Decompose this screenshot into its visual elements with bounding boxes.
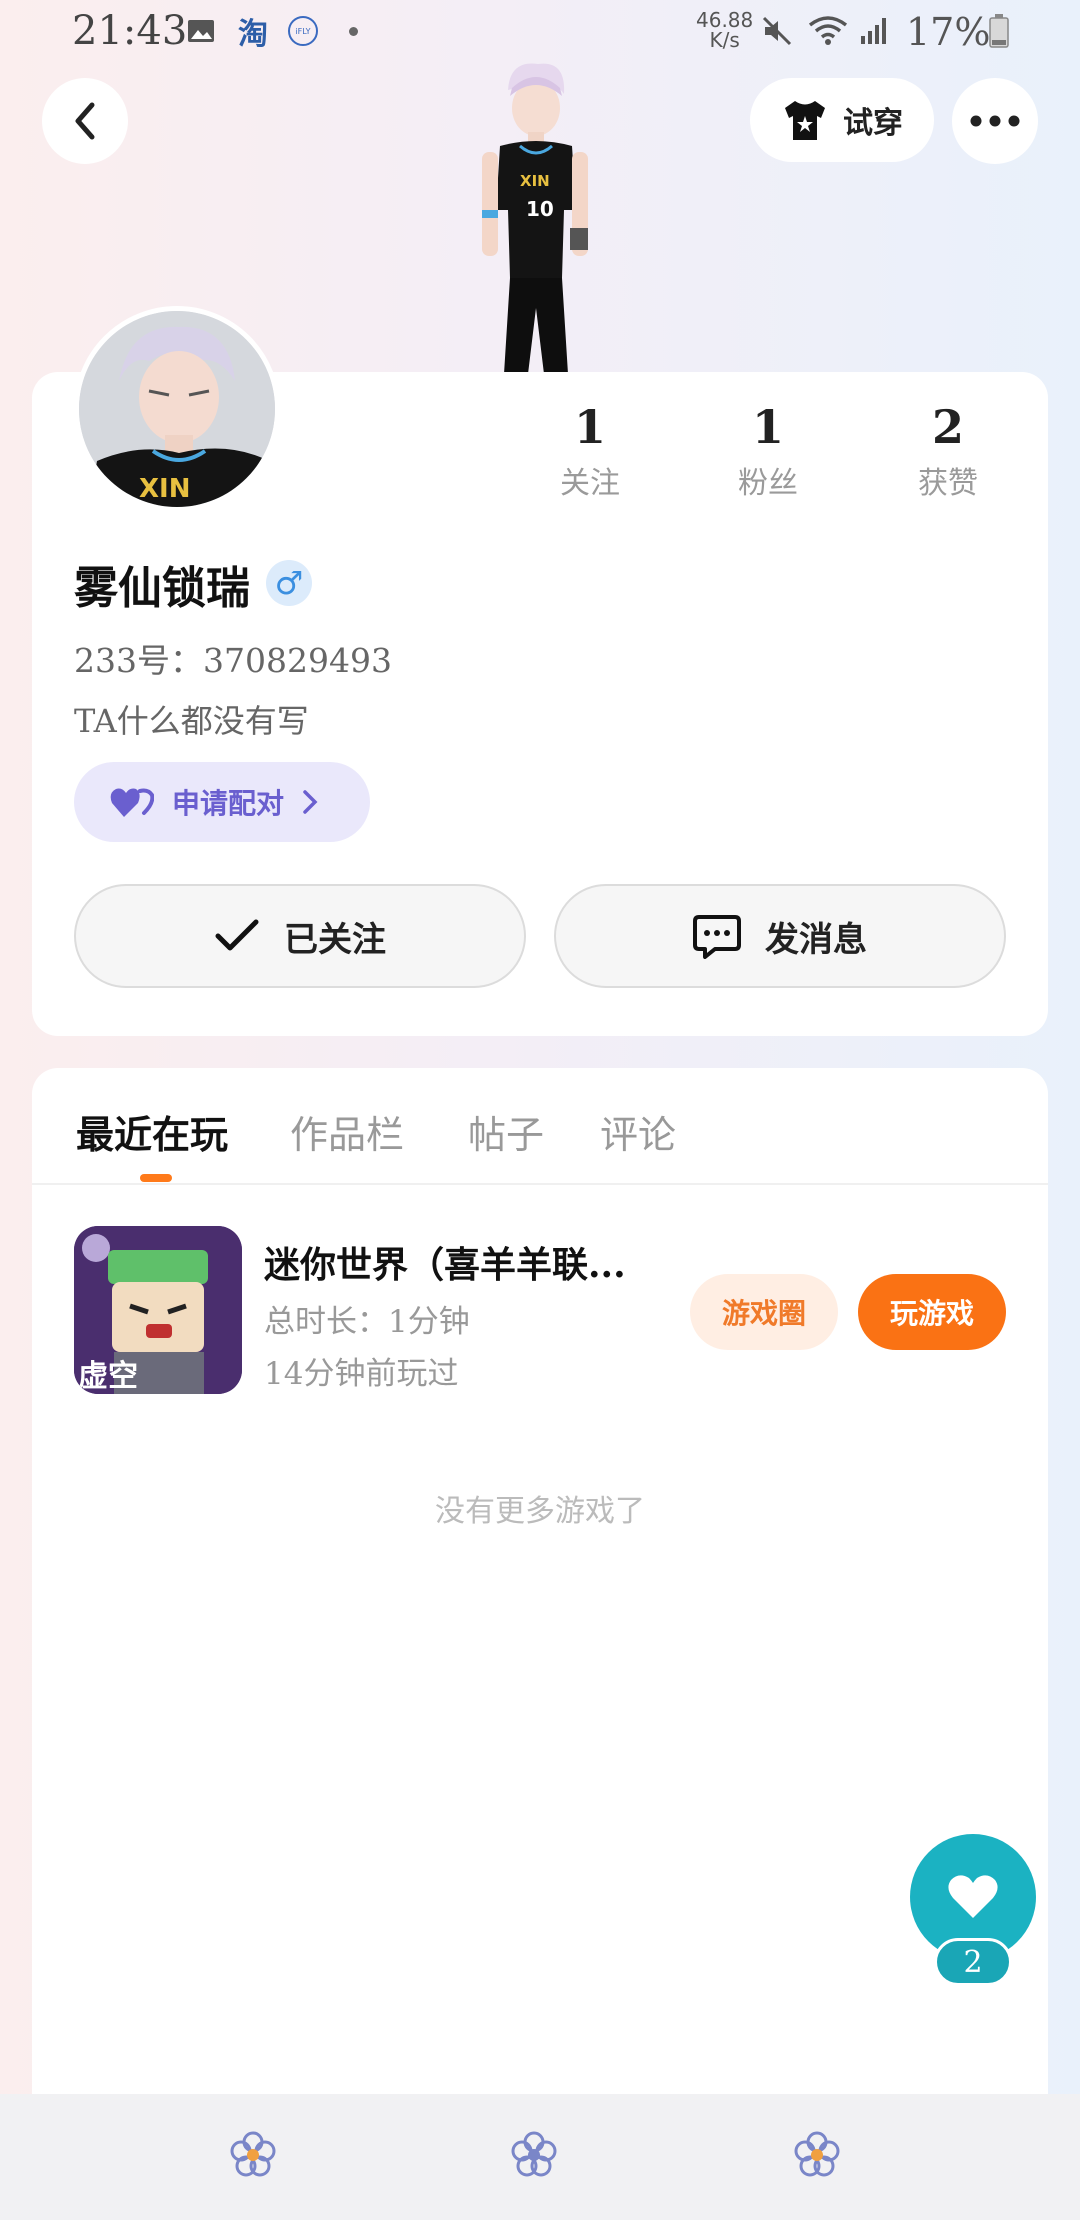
active-tab-indicator [140, 1174, 172, 1182]
pair-request-label: 申请配对 [172, 787, 285, 820]
nav-flower-icon-1[interactable] [228, 2130, 278, 2180]
game-icon-caption: 虚空 [78, 1359, 138, 1394]
signal-icon [858, 14, 892, 48]
game-last-played: 14分钟前玩过 [264, 1356, 459, 1392]
send-message-label: 发消息 [765, 919, 867, 960]
tab-recent-playing[interactable]: 最近在玩 [76, 1104, 228, 1159]
followed-label: 已关注 [284, 919, 386, 960]
chevron-right-icon [303, 790, 318, 814]
battery-icon [982, 14, 1016, 48]
send-message-button[interactable]: 发消息 [554, 884, 1006, 988]
svg-text:10: 10 [526, 197, 554, 221]
check-icon [215, 919, 259, 951]
user-id: 233号：370829493 [74, 641, 392, 680]
likes-count: 2 [931, 400, 964, 454]
like-count-badge: 2 [934, 1938, 1012, 1986]
following-count: 1 [573, 400, 606, 454]
game-duration: 总时长：1分钟 [264, 1304, 470, 1340]
play-game-button[interactable]: 玩游戏 [858, 1274, 1006, 1350]
stat-following[interactable]: 1 关注 [520, 400, 660, 502]
try-on-button[interactable]: 试穿 [750, 78, 934, 162]
net-speed: 46.88 K/s [696, 10, 753, 50]
character-figure[interactable]: XIN 10 [460, 60, 610, 374]
fans-count: 1 [751, 400, 784, 454]
likes-label: 获赞 [918, 466, 978, 501]
more-button[interactable] [952, 78, 1038, 164]
pair-request-button[interactable]: 申请配对 [74, 762, 370, 842]
heart-icon [948, 1875, 998, 1918]
tshirt-icon [785, 101, 825, 140]
try-on-label: 试穿 [843, 106, 903, 141]
no-more-games-text: 没有更多游戏了 [435, 1494, 645, 1529]
stat-fans[interactable]: 1 粉丝 [698, 400, 838, 502]
ifly-label: iFLY [288, 16, 318, 46]
avatar[interactable]: XIN [74, 306, 280, 512]
status-bar: 21:43 淘 iFLY 46.88 K/s 17% [0, 0, 1080, 66]
tab-posts[interactable]: 帖子 [468, 1104, 544, 1159]
nav-flower-icon-3[interactable] [792, 2130, 842, 2180]
svg-text:XIN: XIN [139, 474, 190, 504]
male-icon: ♂ [266, 560, 312, 606]
tab-divider [32, 1183, 1048, 1185]
game-icon[interactable]: 虚空 [74, 1226, 242, 1394]
content-card [32, 1068, 1048, 2100]
net-speed-value: 46.88 [696, 8, 754, 32]
chevron-left-icon [75, 102, 95, 140]
ifly-icon: iFLY [286, 14, 320, 48]
following-label: 关注 [560, 466, 620, 501]
back-button[interactable] [42, 78, 128, 164]
nav-flower-icon-2[interactable] [509, 2130, 559, 2180]
game-circle-button[interactable]: 游戏圈 [690, 1274, 838, 1350]
game-title[interactable]: 迷你世界（喜羊羊联... [264, 1236, 654, 1288]
chat-icon [693, 915, 741, 959]
tab-comments[interactable]: 评论 [600, 1104, 676, 1159]
double-heart-icon [110, 788, 154, 817]
nickname: 雾仙锁瑞 [74, 563, 250, 614]
wifi-icon [806, 14, 850, 48]
net-speed-unit: K/s [709, 28, 740, 52]
more-icon [970, 115, 1020, 127]
tab-works[interactable]: 作品栏 [290, 1104, 404, 1159]
bio: TA什么都没有写 [74, 702, 309, 740]
taobao-icon: 淘 [238, 17, 268, 52]
dot-icon [336, 14, 370, 48]
fans-label: 粉丝 [738, 466, 798, 501]
image-icon [184, 14, 218, 48]
stat-likes[interactable]: 2 获赞 [878, 400, 1018, 502]
status-time: 21:43 [72, 8, 188, 54]
svg-text:XIN: XIN [520, 172, 550, 190]
battery-percent: 17% [906, 10, 991, 54]
followed-button[interactable]: 已关注 [74, 884, 526, 988]
mute-icon [760, 14, 794, 48]
